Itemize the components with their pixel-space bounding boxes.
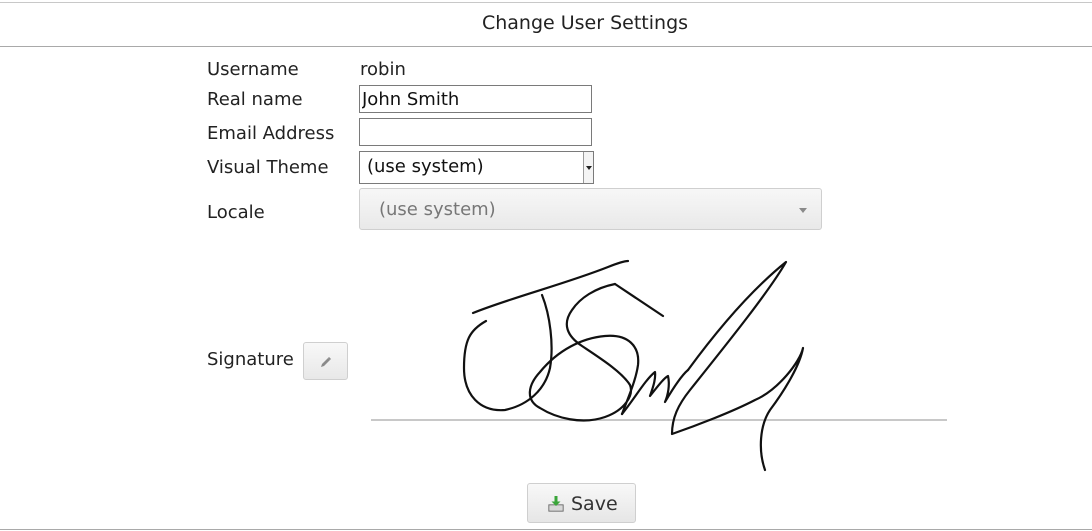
signature-pad[interactable] (360, 250, 960, 475)
edit-signature-button[interactable] (303, 342, 348, 380)
top-divider (0, 2, 1092, 3)
theme-label: Visual Theme (207, 157, 329, 178)
chevron-down-icon (799, 208, 807, 213)
signature-drawing (462, 259, 805, 472)
theme-select-value: (use system) (367, 156, 484, 177)
locale-label: Locale (207, 202, 265, 223)
locale-select[interactable]: (use system) (359, 188, 822, 230)
save-button-label: Save (571, 493, 618, 515)
theme-select-dropdown-button[interactable] (583, 152, 593, 183)
chevron-down-icon (586, 166, 592, 170)
bottom-divider (0, 529, 1092, 530)
username-value: robin (360, 59, 406, 80)
username-label: Username (207, 59, 299, 80)
save-download-icon (548, 496, 564, 512)
pencil-icon (321, 356, 332, 367)
page-title: Change User Settings (481, 12, 689, 34)
change-user-settings-page: Change User Settings Username robin Real… (0, 0, 1092, 531)
locale-select-value: (use system) (379, 199, 496, 220)
theme-select[interactable]: (use system) (359, 151, 594, 184)
signature-label: Signature (207, 349, 294, 370)
title-divider (0, 46, 1092, 47)
save-button[interactable]: Save (527, 483, 636, 523)
realname-input[interactable] (359, 85, 592, 113)
email-label: Email Address (207, 123, 335, 144)
email-input[interactable] (359, 118, 592, 146)
realname-label: Real name (207, 89, 303, 110)
